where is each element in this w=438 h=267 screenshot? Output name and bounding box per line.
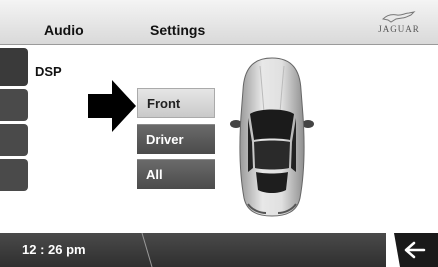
side-tab-2[interactable] <box>0 89 28 121</box>
option-driver-button[interactable]: Driver <box>137 124 215 154</box>
jaguar-leaper-icon <box>382 11 416 23</box>
header-bar: Audio Settings JAGUAR <box>0 0 438 45</box>
side-tab-3[interactable] <box>0 124 28 156</box>
section-label: DSP <box>35 64 62 79</box>
jaguar-logo: JAGUAR <box>374 10 424 38</box>
footer-divider <box>141 233 153 267</box>
back-button[interactable] <box>386 233 438 267</box>
side-tab-dsp[interactable] <box>0 48 28 86</box>
tab-audio[interactable]: Audio <box>44 0 84 44</box>
option-front-button[interactable]: Front <box>137 88 215 118</box>
status-bar: 12 : 26 pm <box>0 233 438 267</box>
audio-settings-screen: Audio Settings JAGUAR DSP Front Driver A… <box>0 0 438 267</box>
side-tab-4[interactable] <box>0 159 28 191</box>
back-arrow-icon <box>386 233 426 267</box>
arrow-right-icon <box>88 80 136 132</box>
clock-display: 12 : 26 pm <box>22 242 86 257</box>
brand-name: JAGUAR <box>378 24 420 34</box>
option-all-button[interactable]: All <box>137 159 215 189</box>
car-top-view-icon <box>230 57 314 217</box>
tab-settings[interactable]: Settings <box>150 0 205 44</box>
